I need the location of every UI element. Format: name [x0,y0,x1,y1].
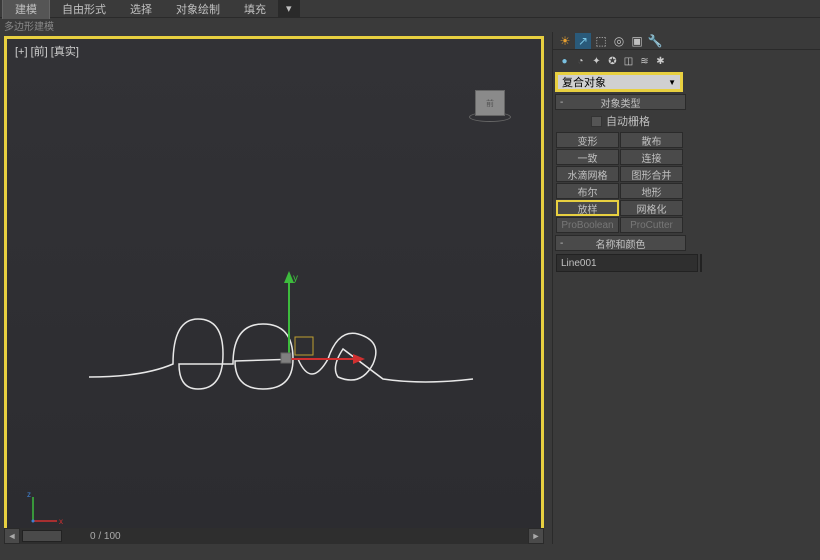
geometry-icon[interactable]: ● [557,54,572,69]
btn-morph[interactable]: 变形 [556,132,619,148]
frame-counter: 0 / 100 [62,531,121,542]
tab-object-paint[interactable]: 对象绘制 [164,0,232,19]
systems-icon[interactable]: ✱ [653,54,668,69]
btn-blobmesh[interactable]: 水滴网格 [556,166,619,182]
create-tab-icon[interactable]: ↗ [575,33,591,49]
ribbon-label: 多边形建模 [0,18,820,32]
tab-populate[interactable]: 填充 [232,0,278,19]
minus-icon: - [560,238,563,249]
viewport-front[interactable]: [+] [前] [真实] 前 y z x [4,36,544,540]
utilities-icon[interactable]: 🔧 [647,33,663,49]
timeline-scrollbar[interactable]: ◄ 0 / 100 ► [4,528,544,544]
btn-terrain[interactable]: 地形 [620,183,683,199]
helpers-icon[interactable]: ◫ [621,54,636,69]
scroll-left[interactable]: ◄ [4,528,20,544]
object-name-input[interactable] [556,254,698,272]
spacewarps-icon[interactable]: ≋ [637,54,652,69]
btn-boolean[interactable]: 布尔 [556,183,619,199]
viewport-label[interactable]: [+] [前] [真实] [15,43,79,59]
svg-text:z: z [27,490,31,499]
viewcube-face[interactable]: 前 [475,90,505,116]
autogrid-checkbox[interactable] [591,116,602,127]
motion-icon[interactable]: ◎ [611,33,627,49]
scroll-right[interactable]: ► [528,528,544,544]
lights-icon[interactable]: ✦ [589,54,604,69]
cameras-icon[interactable]: ✪ [605,54,620,69]
tab-selection[interactable]: 选择 [118,0,164,19]
rollout-name-color[interactable]: - 名称和颜色 [555,235,686,251]
tab-freeform[interactable]: 自由形式 [50,0,118,19]
sun-icon[interactable]: ☀ [557,33,573,49]
display-icon[interactable]: ▣ [629,33,645,49]
axis-tripod: z x [25,489,65,529]
btn-shapemerge[interactable]: 图形合并 [620,166,683,182]
btn-connect[interactable]: 连接 [620,149,683,165]
command-panel: ☀ ↗ ⬚ ◎ ▣ 🔧 ● ◔ ✦ ✪ ◫ ≋ ✱ 复合对象 ▼ - 对 [552,32,820,544]
tab-dropdown[interactable]: ▾ [278,0,300,17]
minus-icon: - [560,97,563,108]
dropdown-value: 复合对象 [562,74,606,90]
move-gizmo[interactable]: y [277,269,367,369]
btn-mesher[interactable]: 网格化 [620,200,683,216]
btn-loft[interactable]: 放样 [556,200,619,216]
btn-procutter[interactable]: ProCutter [620,217,683,233]
btn-proboolean[interactable]: ProBoolean [556,217,619,233]
btn-conform[interactable]: 一致 [556,149,619,165]
tab-modeling[interactable]: 建模 [2,0,50,19]
chevron-down-icon: ▼ [668,78,676,87]
btn-scatter[interactable]: 散布 [620,132,683,148]
viewcube[interactable]: 前 [469,84,511,122]
svg-text:y: y [293,273,298,284]
hierarchy-icon[interactable]: ⬚ [593,33,609,49]
shapes-icon[interactable]: ◔ [573,54,588,69]
svg-text:x: x [59,517,63,526]
autogrid-label: 自动栅格 [606,113,650,129]
rollout-object-type[interactable]: - 对象类型 [555,94,686,110]
category-dropdown[interactable]: 复合对象 ▼ [555,72,683,92]
object-color-swatch[interactable] [700,254,702,272]
